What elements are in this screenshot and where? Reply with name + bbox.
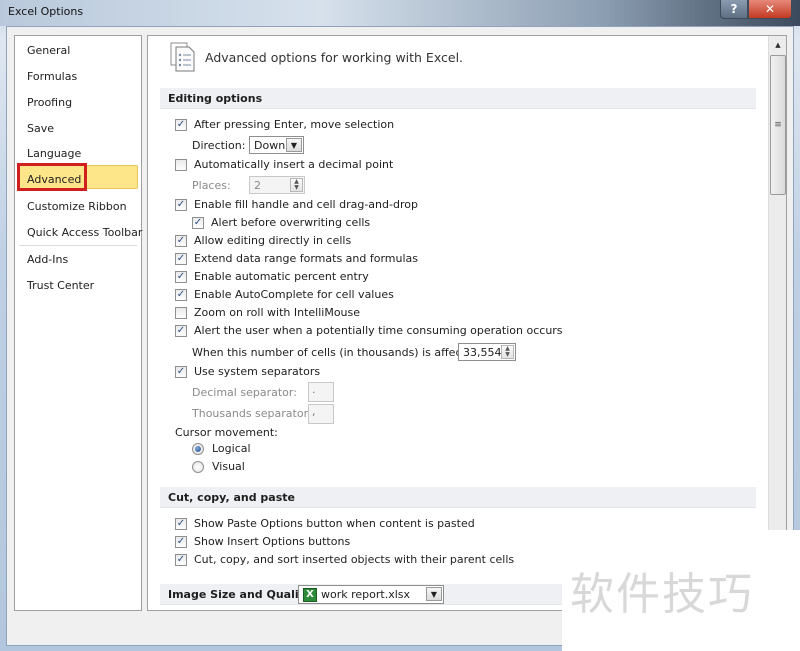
excel-file-icon: X [303,587,317,602]
cursor-movement-label: Cursor movement: [175,426,278,439]
nav-item-advanced[interactable]: Advanced [27,173,81,186]
nav-divider [19,245,137,246]
section-cut-copy-paste: Cut, copy, and paste [160,487,756,508]
auto-percent-checkbox[interactable]: ✓ Enable automatic percent entry [175,270,369,283]
radio-selected-icon [192,442,204,455]
extend-range-checkbox[interactable]: ✓ Extend data range formats and formulas [175,252,418,265]
watermark: 软件技巧 [562,530,800,651]
options-nav: General Formulas Proofing Save Language … [14,35,142,611]
watermark-text: 软件技巧 [570,569,754,620]
close-button[interactable]: ✕ [748,0,792,19]
thousands-separator-label: Thousands separator: [192,407,312,420]
nav-item-save[interactable]: Save [27,122,54,135]
decimal-point-checkbox[interactable]: Automatically insert a decimal point [175,158,393,171]
scrollbar-thumb[interactable]: ≡ [770,55,786,195]
checkbox-checked-icon: ✓ [175,234,187,247]
help-icon: ? [730,2,738,16]
title-bar: Excel Options ? ✕ [0,0,800,26]
insert-options-checkbox[interactable]: ✓ Show Insert Options buttons [175,535,350,548]
close-icon: ✕ [764,2,776,16]
checkbox-checked-icon: ✓ [175,365,187,378]
help-button[interactable]: ? [720,0,748,19]
checkbox-checked-icon: ✓ [175,288,187,301]
thousands-separator-input[interactable]: , [308,404,334,424]
nav-item-proofing[interactable]: Proofing [27,96,72,109]
grip-icon: ≡ [774,120,782,130]
nav-item-customize-ribbon[interactable]: Customize Ribbon [27,200,127,213]
cut-sort-objects-checkbox[interactable]: ✓ Cut, copy, and sort inserted objects wi… [175,553,514,566]
window-title: Excel Options [8,5,84,18]
checkbox-checked-icon: ✓ [175,118,187,131]
cells-affected-spinner[interactable]: 33,554 ▲ ▼ [458,343,516,361]
radio-unselected-icon [192,460,204,473]
cells-affected-label: When this number of cells (in thousands)… [192,346,484,359]
places-spinner[interactable]: 2 ▲ ▼ [249,176,305,194]
advanced-options-panel: Advanced options for working with Excel.… [147,35,787,611]
nav-item-add-ins[interactable]: Add-Ins [27,253,68,266]
section-editing-options: Editing options [160,88,756,109]
checkbox-unchecked-icon [175,306,187,319]
checkbox-checked-icon: ✓ [175,535,187,548]
decimal-separator-input[interactable]: . [308,382,334,402]
checkbox-checked-icon: ✓ [175,324,187,337]
alert-time-checkbox[interactable]: ✓ Alert the user when a potentially time … [175,324,563,337]
places-label: Places: [192,179,231,192]
alert-overwrite-checkbox[interactable]: ✓ Alert before overwriting cells [192,216,370,229]
checkbox-unchecked-icon [175,158,187,171]
chevron-down-icon: ▼ [426,587,442,601]
nav-item-trust-center[interactable]: Trust Center [27,279,94,292]
checkbox-checked-icon: ✓ [192,216,204,229]
scroll-up-arrow-icon[interactable]: ▲ [770,37,786,53]
nav-item-quick-access-toolbar[interactable]: Quick Access Toolbar [27,226,142,239]
fill-handle-checkbox[interactable]: ✓ Enable fill handle and cell drag-and-dr… [175,198,418,211]
checkbox-checked-icon: ✓ [175,198,187,211]
chevron-down-icon: ▼ [286,138,302,152]
direction-label: Direction: [192,139,246,152]
cursor-visual-radio[interactable]: Visual [192,460,245,473]
direction-select[interactable]: Down ▼ [249,136,304,154]
checkbox-checked-icon: ✓ [175,252,187,265]
edit-direct-checkbox[interactable]: ✓ Allow editing directly in cells [175,234,351,247]
after-enter-checkbox[interactable]: ✓ After pressing Enter, move selection [175,118,394,131]
checkbox-checked-icon: ✓ [175,517,187,530]
spinner-arrows-icon: ▲ ▼ [290,178,303,192]
document-list-icon [170,42,195,72]
paste-options-checkbox[interactable]: ✓ Show Paste Options button when content … [175,517,475,530]
decimal-separator-label: Decimal separator: [192,386,297,399]
nav-item-formulas[interactable]: Formulas [27,70,77,83]
zoom-roll-checkbox[interactable]: Zoom on roll with IntelliMouse [175,306,360,319]
image-workbook-select[interactable]: Xwork report.xlsx ▼ [298,585,444,604]
vertical-scrollbar[interactable]: ▲ ≡ [768,36,786,610]
nav-item-general[interactable]: General [27,44,70,57]
checkbox-checked-icon: ✓ [175,270,187,283]
page-title: Advanced options for working with Excel. [205,50,464,65]
nav-item-language[interactable]: Language [27,147,81,160]
autocomplete-checkbox[interactable]: ✓ Enable AutoComplete for cell values [175,288,394,301]
spinner-arrows-icon: ▲ ▼ [501,345,514,359]
checkbox-checked-icon: ✓ [175,553,187,566]
system-separators-checkbox[interactable]: ✓ Use system separators [175,365,320,378]
cursor-logical-radio[interactable]: Logical [192,442,251,455]
